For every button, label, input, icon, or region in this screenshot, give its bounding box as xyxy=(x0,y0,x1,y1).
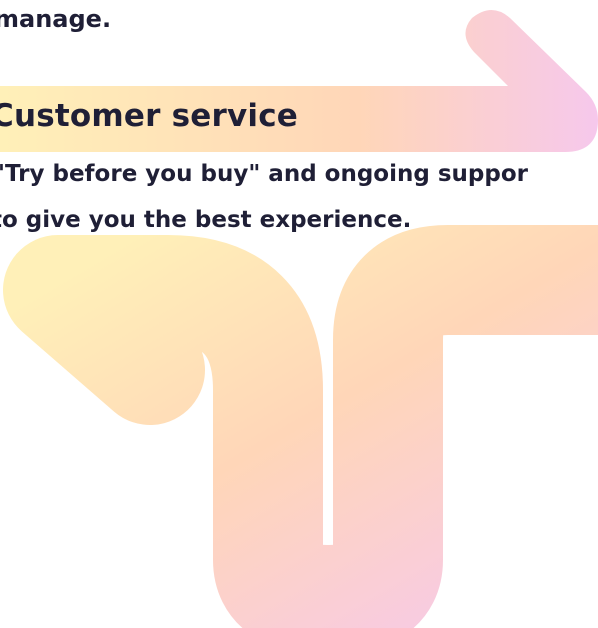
section-body-line: to give you the best experience. xyxy=(0,207,412,233)
section-body-line: "Try before you buy" and ongoing suppor xyxy=(0,161,528,187)
content-text: manage. Customer service "Try before you… xyxy=(0,0,598,628)
section-heading: Customer service xyxy=(0,98,298,134)
page: manage. Customer service "Try before you… xyxy=(0,0,598,628)
previous-paragraph-tail: manage. xyxy=(0,5,112,33)
